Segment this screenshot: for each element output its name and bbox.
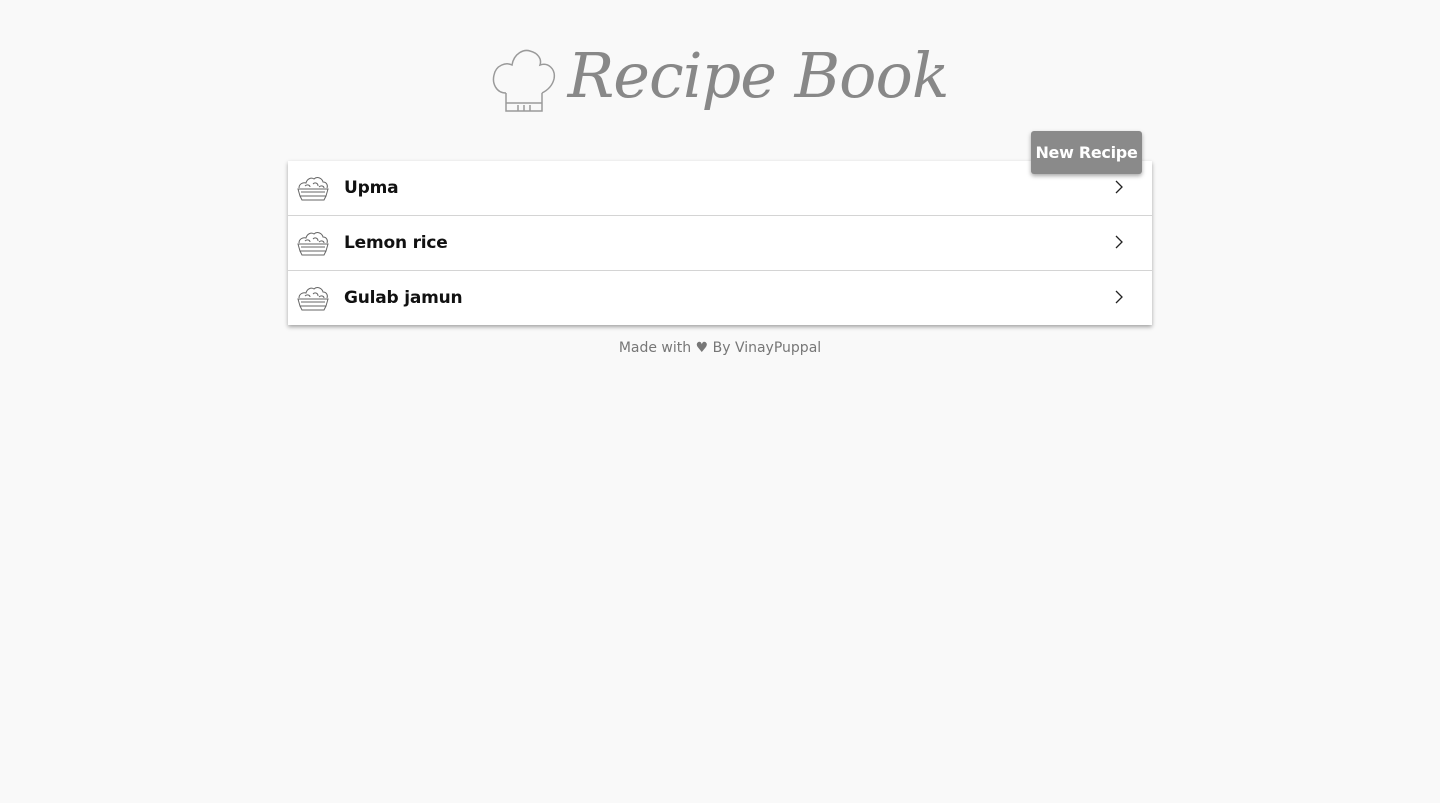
page-title: Recipe Book	[567, 39, 950, 112]
chevron-right-icon	[1115, 180, 1123, 194]
food-bowl-icon	[297, 232, 329, 256]
recipe-row-upma[interactable]: Upma	[288, 161, 1152, 216]
chef-hat-icon	[492, 49, 555, 112]
footer-credit: Made with ♥ By VinayPuppal	[0, 340, 1440, 356]
footer-author: By VinayPuppal	[712, 340, 822, 356]
chevron-right-icon	[1115, 235, 1123, 249]
app-header: Recipe Book	[0, 38, 1440, 116]
recipe-name: Gulab jamun	[344, 288, 463, 308]
chevron-right-icon	[1115, 290, 1123, 304]
heart-icon: ♥	[695, 340, 709, 356]
footer-prefix: Made with	[618, 340, 692, 356]
food-bowl-icon	[297, 177, 329, 201]
recipe-row-gulab-jamun[interactable]: Gulab jamun	[288, 271, 1152, 325]
recipe-name: Upma	[344, 178, 399, 198]
recipe-list: Upma Lemon rice Gulab jamun	[288, 161, 1152, 325]
food-bowl-icon	[297, 287, 329, 311]
recipe-row-lemon-rice[interactable]: Lemon rice	[288, 216, 1152, 271]
recipe-name: Lemon rice	[344, 233, 448, 253]
new-recipe-button[interactable]: New Recipe	[1031, 131, 1142, 174]
